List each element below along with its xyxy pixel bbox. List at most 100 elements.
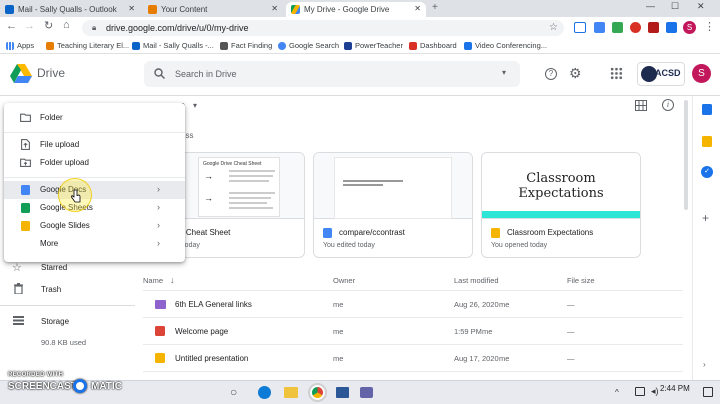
bookmark-dashboard[interactable]: Dashboard xyxy=(409,41,457,50)
network-icon[interactable] xyxy=(635,387,645,396)
sidebar-item-starred[interactable]: Starred xyxy=(41,263,67,272)
close-icon[interactable]: ✕ xyxy=(414,4,421,13)
bookmark-powerteacher[interactable]: PowerTeacher xyxy=(344,41,403,50)
file-explorer-icon[interactable] xyxy=(284,387,298,398)
account-badge[interactable]: ACSD xyxy=(637,62,685,86)
search-icon[interactable] xyxy=(154,68,165,79)
file-owner: me xyxy=(333,327,344,336)
bookmark-star-icon[interactable]: ☆ xyxy=(549,22,558,33)
close-icon[interactable]: ✕ xyxy=(128,4,135,13)
column-header-modified[interactable]: Last modified xyxy=(454,276,499,285)
help-icon[interactable]: ? xyxy=(545,68,557,80)
bookmark-favicon-icon xyxy=(46,42,54,50)
address-bar[interactable]: 🔒︎ drive.google.com/drive/u/0/my-drive ☆ xyxy=(82,20,564,36)
taskbar-app-icon[interactable] xyxy=(360,387,373,398)
extension-icon[interactable] xyxy=(612,22,623,33)
tab-my-drive[interactable]: My Drive - Google Drive ✕ xyxy=(286,2,426,17)
taskbar-app-icon[interactable] xyxy=(336,387,349,398)
divider xyxy=(0,305,135,306)
home-icon[interactable]: ⌂ xyxy=(63,19,70,31)
new-menu: Folder File upload Folder upload Google … xyxy=(4,103,185,262)
extension-icon[interactable] xyxy=(594,22,605,33)
menu-item-google-sheets[interactable]: Google Sheets › xyxy=(4,199,185,217)
tab-your-content[interactable]: Your Content ✕ xyxy=(143,2,283,17)
menu-item-google-slides[interactable]: Google Slides › xyxy=(4,217,185,235)
apps-launcher-icon[interactable] xyxy=(610,67,623,80)
close-icon[interactable]: ✕ xyxy=(271,4,278,13)
search-options-icon[interactable]: ▾ xyxy=(502,68,506,77)
maximize-icon[interactable]: ☐ xyxy=(671,1,679,12)
browser-menu-icon[interactable]: ⋮ xyxy=(704,20,715,33)
file-modified: 1:59 PM xyxy=(454,327,482,336)
back-icon[interactable]: ← xyxy=(6,20,17,32)
pdf-extension-icon[interactable] xyxy=(648,22,659,33)
file-owner: me xyxy=(333,300,344,309)
bookmark-mail[interactable]: Mail - Sally Qualls -... xyxy=(132,41,214,50)
file-name: 6th ELA General links xyxy=(175,300,252,309)
account-badge-text: ACSD xyxy=(655,68,681,78)
scrollbar[interactable] xyxy=(684,100,688,210)
sort-arrow-icon[interactable]: ↓ xyxy=(170,275,175,285)
extension-icon[interactable] xyxy=(666,22,677,33)
file-modified: Aug 17, 2020 xyxy=(454,354,499,363)
quick-access-card[interactable]: Classroom Expectations Classroom Expecta… xyxy=(481,152,641,258)
folder-plus-icon xyxy=(20,113,31,122)
quick-access-card[interactable]: compare/ccontrast You edited today xyxy=(313,152,473,258)
account-avatar[interactable]: S xyxy=(692,64,711,83)
chevron-down-icon[interactable]: ▾ xyxy=(193,101,197,110)
edge-icon[interactable] xyxy=(258,386,271,399)
table-row[interactable]: Welcome page me 1:59 PM me — xyxy=(143,318,683,345)
bookmark-teaching[interactable]: Teaching Literary El... xyxy=(46,41,129,50)
info-icon[interactable]: i xyxy=(662,99,674,111)
window-close-icon[interactable]: ✕ xyxy=(697,1,705,12)
bookmarks-bar: Apps Teaching Literary El... Mail - Sall… xyxy=(0,39,720,54)
new-tab-icon[interactable]: + xyxy=(432,2,438,13)
chrome-icon[interactable] xyxy=(308,383,327,402)
tasks-icon[interactable]: ✓ xyxy=(701,166,713,178)
sidebar-item-storage[interactable]: Storage xyxy=(41,317,69,326)
folder-upload-icon xyxy=(20,158,31,167)
menu-item-file-upload[interactable]: File upload xyxy=(4,136,185,154)
menu-item-folder[interactable]: Folder xyxy=(4,109,185,127)
clock[interactable]: 2:44 PM xyxy=(660,384,690,393)
menu-item-folder-upload[interactable]: Folder upload xyxy=(4,154,185,172)
menu-item-google-docs[interactable]: Google Docs › xyxy=(4,181,185,199)
app-name[interactable]: Drive xyxy=(37,66,65,80)
file-owner: me xyxy=(333,354,344,363)
bookmark-apps[interactable]: Apps xyxy=(6,41,34,50)
sidebar-item-trash[interactable]: Trash xyxy=(41,285,61,294)
collapse-panel-icon[interactable]: › xyxy=(703,360,706,369)
column-header-name[interactable]: Name xyxy=(143,276,163,285)
bookmark-video[interactable]: Video Conferencing... xyxy=(464,41,547,50)
minimize-icon[interactable]: — xyxy=(646,1,655,11)
table-row[interactable]: 6th ELA General links me Aug 26, 2020 me… xyxy=(143,291,683,318)
chevron-right-icon: › xyxy=(157,202,160,212)
bookmark-favicon-icon xyxy=(464,42,472,50)
table-row[interactable]: Untitled presentation me Aug 17, 2020 me… xyxy=(143,345,683,372)
tab-label: Your Content xyxy=(161,5,208,14)
menu-item-more[interactable]: More › xyxy=(4,235,185,253)
tray-chevron-icon[interactable]: ^ xyxy=(615,388,619,397)
card-subtitle: You opened today xyxy=(491,242,548,249)
keep-icon[interactable] xyxy=(702,136,712,147)
notifications-icon[interactable] xyxy=(703,387,713,397)
bookmark-fact-finding[interactable]: Fact Finding xyxy=(220,41,272,50)
calendar-icon[interactable] xyxy=(702,104,712,115)
menu-item-label: Folder xyxy=(40,113,63,122)
bookmark-google-search[interactable]: Google Search xyxy=(278,41,339,50)
tab-outlook[interactable]: Mail - Sally Qualls - Outlook ✕ xyxy=(0,2,140,17)
extension-icon[interactable] xyxy=(630,22,641,33)
volume-icon[interactable]: ◂) xyxy=(651,386,659,397)
profile-avatar[interactable]: S xyxy=(683,21,696,34)
extension-icon[interactable] xyxy=(574,22,586,33)
watermark-brand: SCREENCAST xyxy=(8,381,77,392)
forward-icon[interactable]: → xyxy=(24,20,35,32)
search-icon[interactable]: ○ xyxy=(230,385,237,399)
file-modified: Aug 26, 2020 xyxy=(454,300,499,309)
list-view-icon[interactable] xyxy=(635,100,647,111)
settings-gear-icon[interactable]: ⚙ xyxy=(569,65,582,82)
drive-logo-icon[interactable] xyxy=(10,64,32,83)
reload-icon[interactable]: ↻ xyxy=(44,19,53,32)
add-addon-icon[interactable]: + xyxy=(702,211,709,225)
browser-tab-bar: Mail - Sally Qualls - Outlook ✕ Your Con… xyxy=(0,0,720,17)
